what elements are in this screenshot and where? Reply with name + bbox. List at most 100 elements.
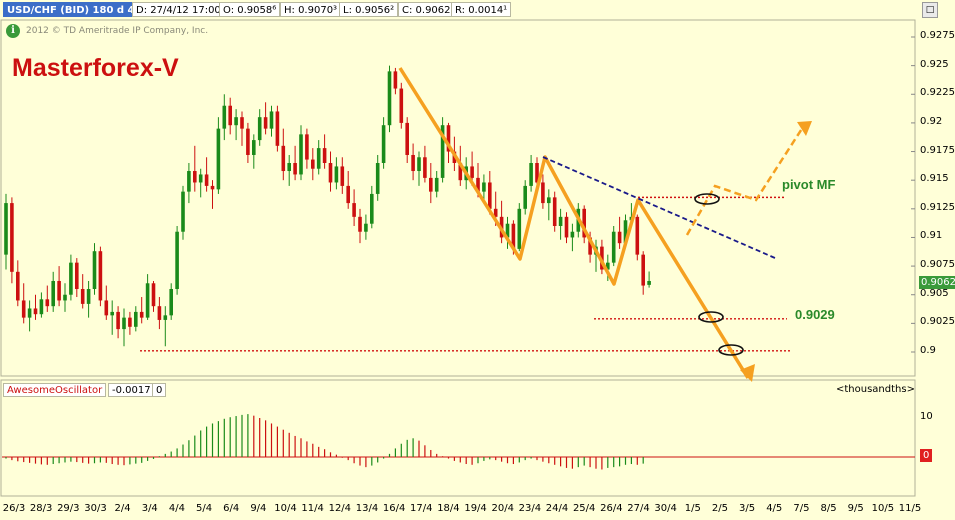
candle-body [293, 163, 297, 175]
date-tick-label: 13/4 [355, 503, 379, 514]
candle-body [45, 299, 50, 307]
price-tick-label: 0.9125 [920, 201, 955, 213]
symbol-label: USD/CHF (BID) 180 d 4h [3, 2, 146, 17]
candle-body [287, 163, 291, 172]
current-price-tag: 0.9062 [919, 276, 955, 289]
date-tick-label: 17/4 [410, 503, 433, 514]
date-tick-label: 11/4 [301, 503, 324, 514]
osc-axis-top: 10 [920, 411, 933, 422]
date-tick-label: 29/3 [57, 503, 80, 514]
high-readout: H: 0.9070³ [280, 2, 342, 17]
candle-body [641, 254, 645, 286]
date-tick-label: 30/4 [654, 503, 677, 514]
candle-body [346, 185, 350, 204]
candle-body [86, 289, 91, 304]
candle-body [39, 299, 44, 315]
date-tick-label: 10/5 [871, 503, 895, 514]
price-tick-label: 0.91 [920, 230, 943, 242]
annotation-overlay [398, 67, 812, 382]
low-readout: L: 0.9056² [339, 2, 399, 17]
candle-body [216, 128, 221, 190]
maximize-icon[interactable]: □ [922, 2, 938, 18]
candle-body [187, 171, 191, 192]
candle-body [399, 88, 404, 123]
candle-body [517, 208, 522, 249]
candle-body [411, 154, 415, 172]
level-label: 0.9029 [795, 307, 835, 322]
oscillator-bars [2, 414, 915, 470]
candle-body [193, 171, 197, 183]
candle-body [263, 117, 268, 129]
candle-body [98, 251, 103, 301]
date-tick-label: 10/4 [274, 503, 297, 514]
date-tick-label: 24/4 [545, 503, 569, 514]
candle-body [488, 182, 492, 209]
candle-body [16, 271, 20, 301]
oscillator-value: -0.0017 [108, 383, 155, 397]
date-tick-label: 28/3 [29, 503, 53, 514]
date-tick-label: 19/4 [464, 503, 487, 514]
candle-body [322, 148, 327, 163]
oscillator-name: AwesomeOscillator [3, 383, 107, 397]
candle-body [269, 111, 274, 129]
candle-body [145, 283, 150, 318]
candle-body [104, 300, 109, 316]
candle-body [252, 140, 256, 155]
price-tick-label: 0.9175 [920, 144, 955, 156]
candle-body [134, 311, 138, 327]
price-tick-label: 0.905 [920, 287, 949, 299]
candle-body [281, 145, 286, 172]
candle-body [157, 306, 162, 320]
date-tick-label: 7/5 [793, 503, 810, 514]
candle-body [370, 193, 374, 224]
candle-body [175, 231, 179, 289]
candle-body [387, 71, 392, 126]
candle-body [529, 163, 533, 186]
candle-body [316, 148, 321, 169]
candle-body [198, 174, 203, 183]
date-tick-label: 1/5 [684, 503, 701, 514]
close-readout: C: 0.9062 [398, 2, 455, 17]
info-icon[interactable]: i [6, 24, 20, 38]
date-tick-label: 23/4 [518, 503, 542, 514]
date-tick-label: 6/4 [223, 503, 240, 514]
candle-body [80, 289, 85, 304]
candle-body [181, 191, 185, 232]
candle-body [139, 311, 144, 318]
pivot-label: pivot MF [782, 177, 836, 192]
grid [911, 36, 915, 353]
candle-body [423, 157, 427, 178]
levels [140, 196, 790, 352]
candle-body [128, 317, 132, 327]
candle-body [234, 117, 238, 126]
candles [4, 65, 651, 347]
date-tick-label: 4/5 [766, 503, 783, 514]
candle-body [69, 262, 73, 295]
price-tick-label: 0.915 [920, 173, 949, 185]
price-tick-label: 0.92 [920, 115, 943, 127]
date-tick-label: 2/5 [711, 503, 728, 514]
candle-body [647, 280, 651, 285]
candle-body [228, 105, 232, 126]
candle-body [564, 216, 569, 238]
date-tick-label: 16/4 [382, 503, 406, 514]
candle-body [393, 71, 398, 89]
candle-body [552, 197, 557, 226]
candle-body [352, 203, 356, 217]
candle-body [541, 182, 545, 204]
candle-body [27, 308, 32, 318]
date-tick-label: 26/4 [600, 503, 623, 514]
candle-body [122, 317, 126, 330]
candle-body [63, 294, 67, 301]
candle-body [334, 166, 339, 183]
candle-body [340, 166, 345, 186]
date-tick-label: 9/4 [250, 503, 267, 514]
candle-body [358, 216, 362, 232]
candle-body [381, 125, 386, 163]
date-tick-label: 30/3 [84, 503, 107, 514]
date-tick-label: 12/4 [328, 503, 352, 514]
date-tick-label: 20/4 [491, 503, 514, 514]
date-tick-label: 5/4 [196, 503, 213, 514]
candle-body [429, 177, 433, 192]
candle-body [558, 216, 563, 226]
